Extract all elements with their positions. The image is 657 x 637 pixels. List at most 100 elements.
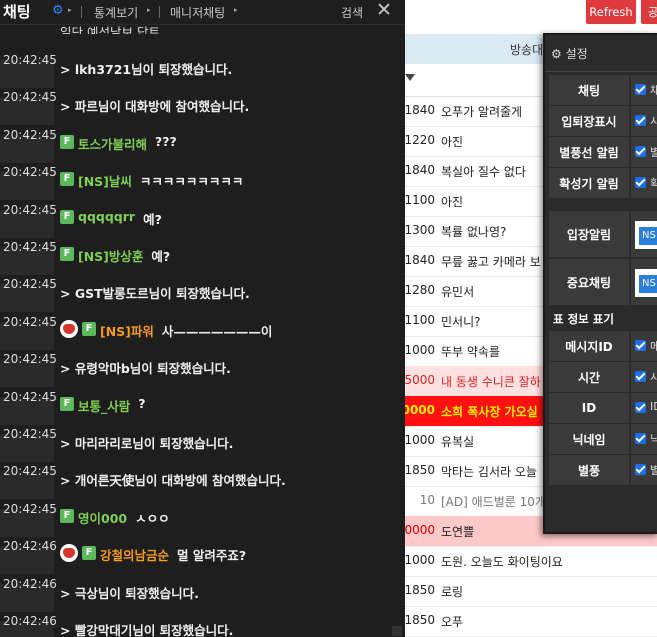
message-text: ㅅㅇㅇ (135, 510, 170, 526)
checkbox-checked-icon[interactable] (635, 402, 646, 413)
setting-value[interactable]: 시 (631, 106, 657, 136)
gear-icon[interactable]: ⚙ (52, 3, 64, 18)
stats-menu[interactable]: 통계보기 (94, 4, 138, 21)
message-time: 20:42:45 (0, 278, 57, 313)
checkbox-checked-icon[interactable] (635, 115, 646, 126)
user-nickname[interactable]: 영이000 (78, 508, 127, 527)
chat-message-row: 20:42:45 > 유령악마b님이 퇴장했습니다. (0, 350, 405, 388)
broadcast-row[interactable]: 1850 오푸 (404, 606, 657, 637)
setting-option-text: 메 (650, 340, 657, 353)
viewer-count: 1000 (404, 553, 435, 567)
setting-value[interactable]: 확 (631, 168, 657, 198)
message-text: ㅋㅋㅋㅋㅋㅋㅋㅋㅋ (139, 174, 244, 190)
viewer-count: 1850 (404, 583, 435, 597)
setting-row: 별풍선 알림 별 (549, 137, 657, 167)
important-chat-tag[interactable]: NS (639, 275, 657, 293)
message-time: 20:42:45 (0, 129, 57, 163)
menu-divider (81, 6, 82, 18)
message-time: 20:42:45 (0, 391, 57, 425)
manager-caret-icon[interactable]: ▸ (234, 6, 238, 14)
setting-value[interactable]: ID (631, 393, 657, 423)
message-text: 예? (143, 211, 162, 227)
setting-value[interactable]: 시 (631, 362, 657, 392)
sort-arrow-icon[interactable] (405, 74, 415, 81)
checkbox-checked-icon[interactable] (635, 84, 646, 95)
manager-chat-menu[interactable]: 매니저채팅 (170, 4, 225, 21)
subscriber-avatar-icon[interactable] (60, 319, 78, 338)
broadcast-row[interactable]: 1850 로링 (404, 576, 657, 607)
scrollbar-thumb[interactable] (392, 626, 402, 636)
checkbox-checked-icon[interactable] (635, 146, 646, 157)
setting-row: 시간 시 (549, 362, 657, 392)
user-nickname[interactable]: [NS]파워 (100, 321, 154, 340)
user-nickname[interactable]: 보통_사람 (78, 396, 130, 415)
user-nickname[interactable]: qqqqqrr (78, 209, 135, 224)
checkbox-checked-icon[interactable] (635, 340, 646, 351)
message-time: 20:42:45 (0, 91, 57, 126)
important-chat-label: 중요채팅 (549, 259, 629, 305)
checkbox-checked-icon[interactable] (635, 464, 646, 475)
message-text: ??? (155, 133, 177, 149)
setting-value[interactable]: 닉 (631, 424, 657, 454)
chat-message-row: 20:42:46 F 강철의남금순 멀 알려주죠? (0, 537, 405, 575)
menu-divider (159, 6, 160, 18)
chat-message-row: 20:42:45 Fqqqqqrr 예? (0, 201, 405, 238)
setting-option-text: 시 (650, 115, 657, 128)
broadcast-title: 도원. 오늘도 화이팅이요 (441, 555, 563, 569)
viewer-count: 1000 (404, 343, 435, 357)
user-nickname[interactable]: [NS]날씨 (78, 171, 132, 190)
user-nickname[interactable]: 토스가불리해 (78, 134, 147, 153)
setting-row: 확성기 알림 확 (549, 168, 657, 198)
message-text: ? (138, 395, 146, 411)
setting-label: 채팅 (549, 75, 629, 105)
viewer-count: 1100 (404, 313, 435, 327)
important-chat-value[interactable]: NS (631, 259, 657, 305)
close-icon[interactable]: ✕ (376, 0, 392, 21)
broadcast-title: [AD] 애드벌룬 10개 (441, 495, 546, 509)
user-nickname[interactable]: [NS]방상훈 (78, 246, 143, 265)
setting-value[interactable]: 별 (631, 137, 657, 167)
subscriber-avatar-icon[interactable] (60, 544, 78, 563)
viewer-count: 10 (419, 493, 435, 507)
extra-button[interactable]: 공 (641, 0, 657, 24)
settings-panel: ⚙ 설정 채팅 채 입퇴장표시 시 별풍선 알림 별 확성기 알림 확 입장알림 NS 중요채… (543, 33, 657, 534)
stats-caret-icon[interactable]: ▸ (147, 6, 151, 14)
chat-message-row: 20:42:45 F 보통_사람? (0, 388, 405, 425)
viewer-count: 1100 (404, 193, 435, 207)
checkbox-checked-icon[interactable] (635, 177, 646, 188)
setting-value[interactable]: 별 (631, 455, 657, 485)
message-time: 20:42:45 (0, 353, 57, 388)
fan-badge-icon: F (60, 209, 74, 224)
viewer-count: 0000 (404, 523, 435, 537)
system-notice: > 파르님이 대화방에 참여했습니다. (60, 99, 250, 115)
chat-message-row: 20:42:46 > 극상님이 퇴장했습니다. (0, 575, 405, 612)
user-nickname[interactable]: 강철의남금순 (100, 545, 169, 564)
setting-option-text: 별 (650, 464, 657, 477)
broadcast-title: 민서니? (441, 315, 481, 329)
broadcast-title: 유민서 (441, 285, 475, 299)
message-time: 20:42:45 (0, 465, 57, 500)
fan-badge-icon: F (60, 172, 74, 187)
list-header-label: 방송대 (510, 43, 544, 57)
viewer-count: 1850 (404, 463, 435, 477)
search-button[interactable]: 검색 (341, 4, 363, 21)
checkbox-checked-icon[interactable] (635, 433, 646, 444)
setting-row: 입퇴장표시 시 (549, 106, 657, 136)
entry-alert-tag[interactable]: NS (639, 227, 657, 245)
checkbox-checked-icon[interactable] (635, 371, 646, 382)
broadcast-row[interactable]: 1000 도원. 오늘도 화이팅이요 (404, 546, 657, 577)
message-text: 멀 알려주죠? (177, 548, 247, 564)
fan-badge-icon: F (60, 247, 74, 261)
setting-row: 별풍 별 (549, 455, 657, 485)
setting-value[interactable]: 채 (631, 75, 657, 105)
setting-value[interactable]: 메 (631, 331, 657, 361)
entry-alert-value[interactable]: NS (631, 211, 657, 257)
broadcast-title: 도연쁠 (441, 525, 475, 539)
setting-label: ID (549, 393, 629, 423)
info-display-section-title: 표 정보 표기 (553, 312, 614, 326)
message-time: 20:42:46 (0, 540, 57, 575)
chat-message-row: 20:42:45 > lkh3721님이 퇴장했습니다. (0, 51, 405, 88)
refresh-button[interactable]: Refresh (586, 0, 636, 24)
system-notice: > 유령악마b님이 퇴장했습니다. (60, 361, 231, 377)
dropdown-caret-icon[interactable]: ▸ (68, 6, 72, 14)
